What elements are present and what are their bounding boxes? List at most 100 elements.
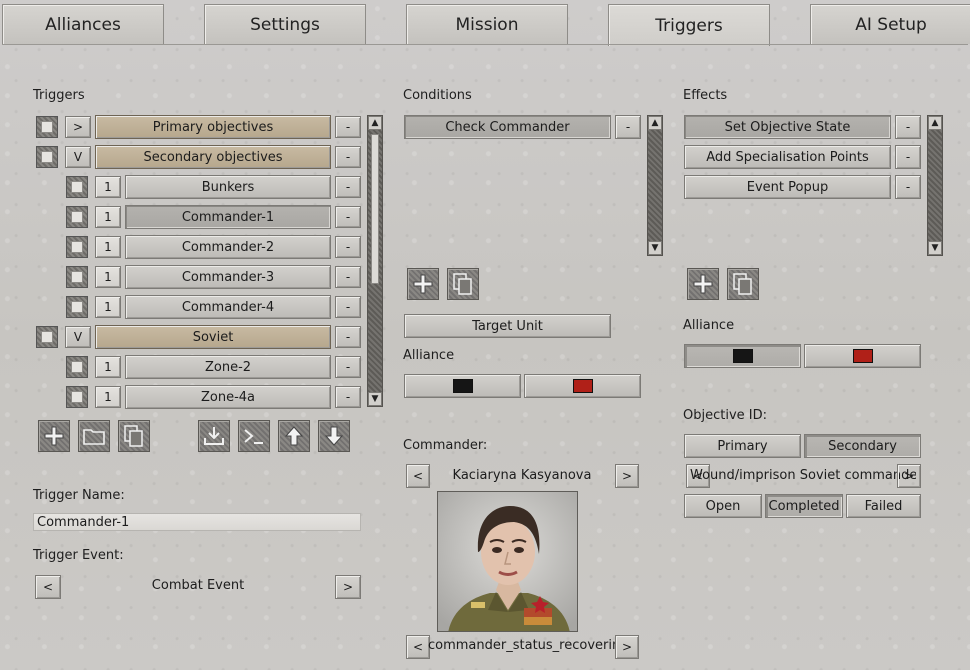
move-down-button[interactable]	[318, 420, 350, 452]
trigger-checkbox[interactable]	[66, 356, 88, 378]
effect-alliance-label: Alliance	[683, 318, 735, 333]
tab-alliances[interactable]: Alliances	[2, 4, 164, 44]
objective-secondary-button[interactable]: Secondary	[804, 434, 921, 458]
trigger-item-bunkers[interactable]: Bunkers	[125, 175, 331, 199]
effect-alliance-black-button[interactable]	[684, 344, 801, 368]
trigger-checkbox[interactable]	[36, 326, 58, 348]
trigger-remove-button[interactable]: -	[335, 326, 361, 348]
checkbox-box-icon	[71, 361, 83, 373]
objective-next-button[interactable]: >	[897, 464, 921, 488]
add-trigger-button[interactable]	[38, 420, 70, 452]
effect-remove-button[interactable]: -	[895, 115, 921, 139]
trigger-remove-button[interactable]: -	[335, 266, 361, 288]
trigger-item-commander-1[interactable]: Commander-1	[125, 205, 331, 229]
target-unit-button[interactable]: Target Unit	[404, 314, 611, 338]
objective-primary-button[interactable]: Primary	[684, 434, 801, 458]
console-icon	[244, 429, 263, 444]
condition-item-check-commander[interactable]: Check Commander	[404, 115, 611, 139]
duplicate-effect-button[interactable]	[727, 268, 759, 300]
trigger-remove-button[interactable]: -	[335, 176, 361, 198]
commander-portrait	[437, 491, 578, 632]
trigger-remove-button[interactable]: -	[335, 386, 361, 408]
scroll-thumb[interactable]	[371, 134, 379, 284]
trigger-remove-button[interactable]: -	[335, 296, 361, 318]
scroll-down-icon[interactable]: ▼	[648, 241, 662, 255]
copy-icon	[124, 425, 143, 447]
tab-triggers[interactable]: Triggers	[608, 4, 770, 46]
duplicate-trigger-button[interactable]	[118, 420, 150, 452]
trigger-remove-button[interactable]: -	[335, 356, 361, 378]
trigger-remove-button[interactable]: -	[335, 206, 361, 228]
scroll-up-icon[interactable]: ▲	[648, 116, 662, 130]
tab-ai-setup[interactable]: AI Setup	[810, 4, 970, 44]
trigger-group-toggle[interactable]: V	[65, 146, 91, 168]
move-up-button[interactable]	[278, 420, 310, 452]
tab-settings[interactable]: Settings	[204, 4, 366, 44]
conditions-scrollbar[interactable]: ▲ ▼	[647, 115, 663, 256]
checkbox-box-icon	[71, 391, 83, 403]
trigger-remove-button[interactable]: -	[335, 116, 361, 138]
scroll-up-icon[interactable]: ▲	[928, 116, 942, 130]
trigger-count: 1	[95, 266, 121, 288]
alliance-color-swatch	[732, 349, 753, 363]
trigger-checkbox[interactable]	[66, 266, 88, 288]
trigger-checkbox[interactable]	[36, 116, 58, 138]
trigger-group-toggle[interactable]: V	[65, 326, 91, 348]
trigger-remove-button[interactable]: -	[335, 146, 361, 168]
trigger-event-prev-button[interactable]: <	[35, 575, 61, 599]
scroll-down-icon[interactable]: ▼	[368, 392, 382, 406]
state-open-button[interactable]: Open	[684, 494, 762, 518]
trigger-group-toggle[interactable]: >	[65, 116, 91, 138]
scroll-down-icon[interactable]: ▼	[928, 241, 942, 255]
effect-item-add-specialisation-points[interactable]: Add Specialisation Points	[684, 145, 891, 169]
trigger-item-primary-objectives[interactable]: Primary objectives	[95, 115, 331, 139]
condition-alliance-black-button[interactable]	[404, 374, 521, 398]
trigger-count: 1	[95, 296, 121, 318]
effect-remove-button[interactable]: -	[895, 175, 921, 199]
trigger-checkbox[interactable]	[66, 176, 88, 198]
copy-icon	[453, 273, 472, 295]
duplicate-condition-button[interactable]	[447, 268, 479, 300]
effect-item-set-objective-state[interactable]: Set Objective State	[684, 115, 891, 139]
state-completed-button[interactable]: Completed	[765, 494, 843, 518]
commander-next-button[interactable]: >	[615, 464, 639, 488]
status-next-button[interactable]: >	[615, 635, 639, 659]
status-prev-button[interactable]: <	[406, 635, 430, 659]
trigger-name-input[interactable]: Commander-1	[33, 513, 361, 531]
trigger-checkbox[interactable]	[66, 296, 88, 318]
conditions-heading: Conditions	[403, 88, 472, 103]
console-button[interactable]	[238, 420, 270, 452]
tab-mission[interactable]: Mission	[406, 4, 568, 44]
condition-alliance-red-button[interactable]	[524, 374, 641, 398]
add-effect-button[interactable]	[687, 268, 719, 300]
trigger-item-zone-4a[interactable]: Zone-4a	[125, 385, 331, 409]
trigger-item-commander-2[interactable]: Commander-2	[125, 235, 331, 259]
condition-remove-button[interactable]: -	[615, 115, 641, 139]
effects-scrollbar[interactable]: ▲ ▼	[927, 115, 943, 256]
state-failed-button[interactable]: Failed	[846, 494, 921, 518]
trigger-checkbox[interactable]	[66, 386, 88, 408]
effect-alliance-red-button[interactable]	[804, 344, 921, 368]
trigger-list-scrollbar[interactable]: ▲ ▼	[367, 115, 383, 407]
trigger-item-commander-4[interactable]: Commander-4	[125, 295, 331, 319]
triggers-heading: Triggers	[33, 88, 85, 103]
trigger-checkbox[interactable]	[66, 206, 88, 228]
effect-item-event-popup[interactable]: Event Popup	[684, 175, 891, 199]
trigger-remove-button[interactable]: -	[335, 236, 361, 258]
trigger-item-zone-2[interactable]: Zone-2	[125, 355, 331, 379]
effect-remove-button[interactable]: -	[895, 145, 921, 169]
checkbox-box-icon	[71, 241, 83, 253]
import-trigger-button[interactable]	[198, 420, 230, 452]
trigger-item-soviet[interactable]: Soviet	[95, 325, 331, 349]
trigger-event-value: Combat Event	[151, 578, 245, 593]
trigger-event-next-button[interactable]: >	[335, 575, 361, 599]
trigger-item-secondary-objectives[interactable]: Secondary objectives	[95, 145, 331, 169]
trigger-checkbox[interactable]	[36, 146, 58, 168]
add-icon	[44, 426, 64, 446]
add-condition-button[interactable]	[407, 268, 439, 300]
commander-prev-button[interactable]: <	[406, 464, 430, 488]
add-folder-button[interactable]	[78, 420, 110, 452]
trigger-item-commander-3[interactable]: Commander-3	[125, 265, 331, 289]
scroll-up-icon[interactable]: ▲	[368, 116, 382, 130]
trigger-checkbox[interactable]	[66, 236, 88, 258]
